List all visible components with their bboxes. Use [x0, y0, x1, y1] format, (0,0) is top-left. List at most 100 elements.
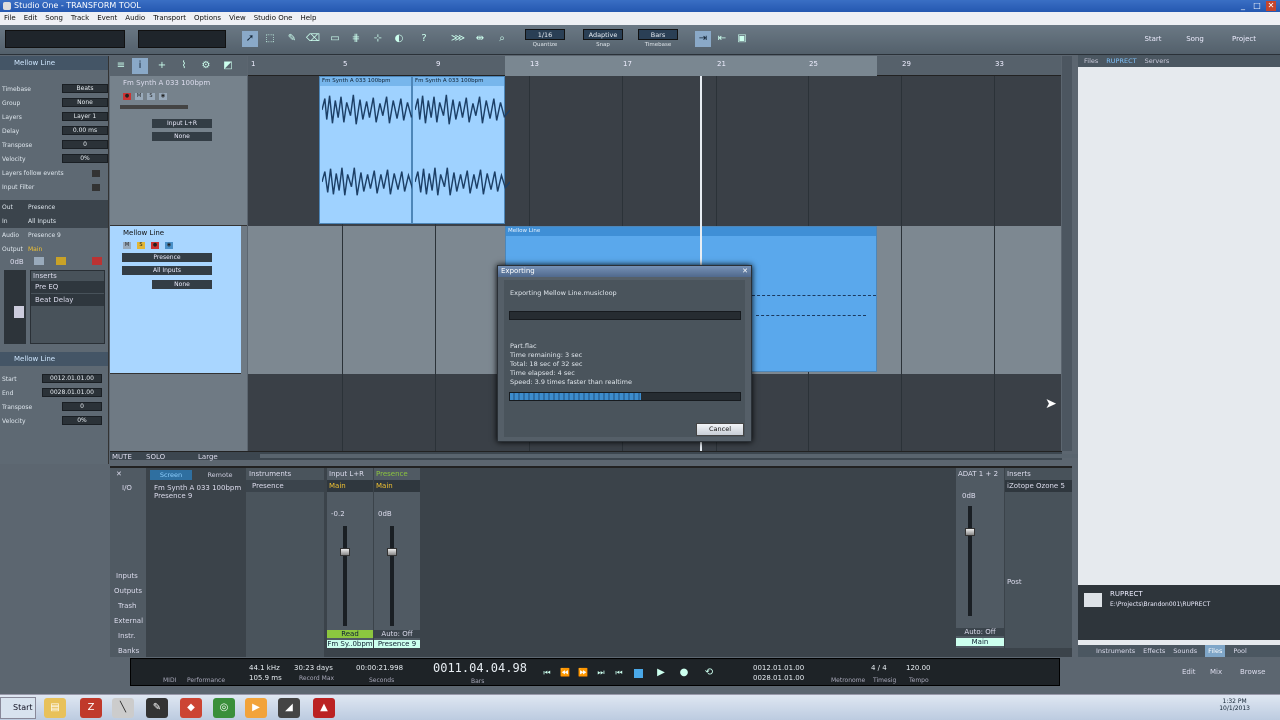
channel-pan[interactable]: -0.2	[331, 510, 345, 518]
listen-tool-icon[interactable]: ◐	[391, 31, 407, 47]
acrobat-icon[interactable]: ▲	[313, 698, 335, 718]
channel-output[interactable]: Main	[327, 480, 373, 492]
channel-name[interactable]: Presence 9	[374, 640, 420, 648]
dialog-close-icon[interactable]: ✕	[742, 266, 748, 277]
tab-sounds[interactable]: Sounds	[1173, 645, 1197, 657]
trash-button[interactable]: Trash	[118, 602, 137, 610]
record-button[interactable]: ●	[123, 93, 131, 100]
split-tool-icon[interactable]: ⋕	[348, 31, 364, 47]
start-button[interactable]: Start	[0, 697, 36, 719]
zoom-icon[interactable]: ⌕	[494, 31, 510, 47]
track-input-select[interactable]: All Inputs	[122, 266, 212, 275]
banks-button[interactable]: Banks	[118, 647, 139, 655]
insert-pre-eq[interactable]: Pre EQ	[31, 281, 104, 293]
track-size-label[interactable]: Large	[198, 453, 218, 461]
channel-output[interactable]: Main	[374, 480, 420, 492]
audio-clip[interactable]: Fm Synth A 033 100bpm	[412, 76, 510, 224]
audio-value[interactable]: Presence 9	[28, 232, 61, 239]
channel-fader[interactable]	[343, 526, 347, 626]
loop-start[interactable]: 0012.01.01.00	[753, 664, 804, 672]
timesig-value[interactable]: 4 / 4	[871, 664, 887, 672]
tab-instruments[interactable]: Instruments	[1096, 645, 1135, 657]
start-page-button[interactable]: Start	[1138, 32, 1168, 46]
end-icon[interactable]: ⏭	[593, 665, 609, 681]
overview-box[interactable]	[138, 30, 226, 48]
instrument-item[interactable]: Fm Synth A 033 100bpm	[154, 484, 244, 492]
channel-name[interactable]: Fm Sy..0bpm	[327, 640, 373, 648]
automation-mode[interactable]: Auto: Off	[374, 630, 420, 638]
nudge-right-icon[interactable]: ⇹	[472, 31, 488, 47]
menu-audio[interactable]: Audio	[125, 12, 145, 25]
event-velocity-value[interactable]: 0%	[62, 416, 102, 425]
list-icon[interactable]: ≡	[113, 58, 129, 74]
close-button[interactable]: ✕	[1266, 1, 1276, 11]
external-button[interactable]: External	[114, 617, 143, 625]
channel-fader[interactable]	[390, 526, 394, 626]
instrument-item[interactable]: Presence 9	[154, 492, 244, 500]
menu-help[interactable]: Help	[300, 12, 316, 25]
performance-meter-box[interactable]	[5, 30, 125, 48]
tab-servers[interactable]: Servers	[1145, 55, 1170, 67]
system-clock[interactable]: 1:32 PM 10/1/2013	[1219, 698, 1250, 712]
fader-cap[interactable]	[965, 528, 975, 536]
cancel-button[interactable]: Cancel	[696, 423, 744, 436]
event-name[interactable]: Mellow Line	[0, 352, 108, 366]
arrow-tool-icon[interactable]: ➚	[242, 31, 258, 47]
presonus-icon[interactable]: ◢	[278, 698, 300, 718]
solo-button[interactable]	[56, 257, 66, 265]
menu-file[interactable]: File	[4, 12, 16, 25]
menu-track[interactable]: Track	[71, 12, 89, 25]
bars-display[interactable]: 0011.04.04.98	[433, 661, 527, 675]
minimize-button[interactable]: _	[1238, 1, 1248, 11]
delay-value[interactable]: 0.00 ms	[62, 126, 108, 135]
settings-icon[interactable]: ⚙	[198, 58, 214, 74]
editor-icon[interactable]: ╲	[112, 698, 134, 718]
mute-button[interactable]	[34, 257, 44, 265]
velocity-value[interactable]: 0%	[62, 154, 108, 163]
channel-input[interactable]: Presence	[374, 468, 420, 480]
track-group-select[interactable]: None	[152, 132, 212, 141]
seconds-display[interactable]: 00:00:21.998	[356, 664, 403, 672]
pen-tool-icon[interactable]: ✎	[146, 698, 168, 718]
studio-one-icon[interactable]: ◆	[180, 698, 202, 718]
layers-value[interactable]: Layer 1	[62, 112, 108, 121]
tab-remote[interactable]: Remote	[196, 470, 244, 480]
event-transpose-value[interactable]: 0	[62, 402, 102, 411]
mute-all-label[interactable]: MUTE	[112, 453, 132, 461]
timeline-ruler[interactable]: 1 5 9 13 17 21 25 29 33	[248, 56, 1061, 76]
loop-end[interactable]: 0028.01.01.00	[753, 674, 804, 682]
transpose-value[interactable]: 0	[62, 140, 108, 149]
eraser-tool-icon[interactable]: ⌫	[305, 31, 321, 47]
horizontal-scrollbar[interactable]	[260, 454, 1080, 458]
insert-plugin[interactable]: iZotope Ozone 5	[1005, 480, 1072, 492]
back-icon[interactable]: ⏪	[557, 665, 573, 681]
timebase-value[interactable]: Beats	[62, 84, 108, 93]
track-fm-synth[interactable]: Fm Synth A 033 100bpm ● M S ◉ Input L+R …	[110, 76, 247, 226]
automation-mode[interactable]: Auto: Off	[956, 628, 1004, 636]
mix-view-button[interactable]: Mix	[1210, 668, 1222, 676]
menu-studio-one[interactable]: Studio One	[254, 12, 293, 25]
paint-tool-icon[interactable]: ▭	[327, 31, 343, 47]
play-icon[interactable]: ▶	[653, 665, 669, 681]
help-icon[interactable]: ?	[416, 31, 432, 47]
volume-slider[interactable]	[120, 105, 188, 109]
song-page-button[interactable]: Song	[1180, 32, 1210, 46]
chrome-icon[interactable]: ◎	[213, 698, 235, 718]
browse-view-button[interactable]: Browse	[1240, 668, 1266, 676]
menu-edit[interactable]: Edit	[24, 12, 38, 25]
maximize-button[interactable]: □	[1252, 1, 1262, 11]
channel-input[interactable]: Input L+R	[327, 468, 373, 480]
inspector-toggle-icon[interactable]: i	[132, 58, 148, 74]
solo-all-label[interactable]: SOLO	[146, 453, 165, 461]
event-end-value[interactable]: 0028.01.01.00	[42, 388, 102, 397]
outputs-button[interactable]: Outputs	[114, 587, 142, 595]
menu-transport[interactable]: Transport	[153, 12, 186, 25]
mini-fader-cap[interactable]	[14, 306, 24, 318]
audio-clip[interactable]: Fm Synth A 033 100bpm	[319, 76, 417, 224]
inspector-track-name[interactable]: Mellow Line	[0, 56, 108, 70]
layers-follow-checkbox[interactable]	[92, 169, 100, 177]
record-button[interactable]	[92, 257, 102, 265]
track-input-select[interactable]: Input L+R	[152, 119, 212, 128]
range-tool-icon[interactable]: ⬚	[262, 31, 278, 47]
tab-screen[interactable]: Screen	[150, 470, 192, 480]
